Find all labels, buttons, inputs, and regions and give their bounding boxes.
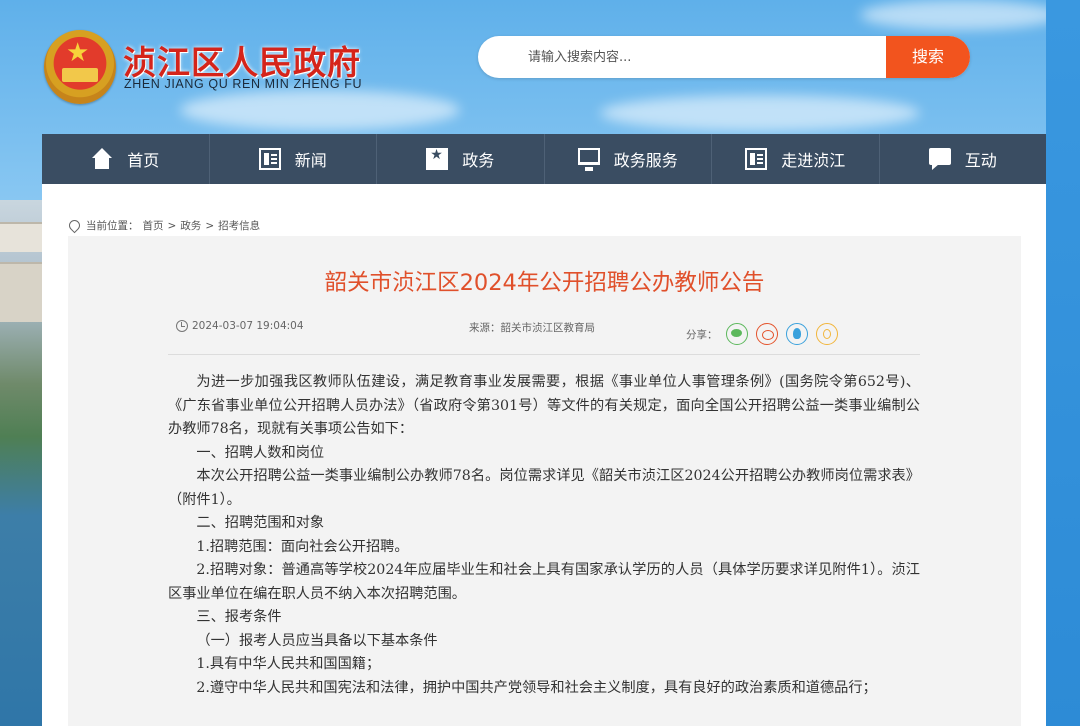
article-subheading: （一）报考人员应当具备以下基本条件 xyxy=(196,632,438,649)
breadcrumb-item-home[interactable]: 首页 xyxy=(143,218,164,233)
background-strip xyxy=(1046,0,1080,726)
breadcrumb-item-gov-affairs[interactable]: 政务 xyxy=(180,218,201,233)
breadcrumb-separator: > xyxy=(205,219,215,232)
monitor-icon xyxy=(577,148,600,171)
breadcrumb-separator: > xyxy=(167,219,177,232)
article-paragraph: 为进一步加强我区教师队伍建设，满足教育事业发展需要，根据《事业单位人事管理条例》… xyxy=(168,374,920,437)
article-heading: 二、招聘范围和对象 xyxy=(196,515,325,531)
site-subtitle: ZHEN JIANG QU REN MIN ZHENG FU xyxy=(124,77,363,91)
nav-item-label: 政务服务 xyxy=(613,151,678,170)
news-icon xyxy=(258,148,281,170)
divider xyxy=(168,354,920,355)
search-button[interactable]: 搜索 xyxy=(886,36,970,78)
qzone-icon[interactable] xyxy=(815,323,838,345)
nav-item-about[interactable]: 走进浈江 xyxy=(712,134,880,184)
national-emblem-logo: ★ xyxy=(44,30,116,104)
nav-item-label: 互动 xyxy=(964,151,997,170)
main-nav: 首页 新闻 政务 政务服务 走进浈江 互动 xyxy=(42,134,1046,184)
nav-item-label: 首页 xyxy=(127,151,160,170)
article-paragraph: 1.具有中华人民共和国国籍； xyxy=(196,656,381,672)
share-label: 分享： xyxy=(686,328,718,341)
home-icon xyxy=(91,148,113,170)
article-body: 为进一步加强我区教师队伍建设，满足教育事业发展需要，根据《事业单位人事管理条例》… xyxy=(168,371,920,700)
weibo-icon[interactable] xyxy=(755,323,778,345)
nav-item-label: 走进浈江 xyxy=(781,151,846,170)
article-paragraph: 本次公开招聘公益一类事业编制公办教师78名。岗位需求详见《韶关市浈江区2024公… xyxy=(168,468,920,508)
chat-icon xyxy=(928,148,951,170)
breadcrumb-item-recruitment[interactable]: 招考信息 xyxy=(218,218,260,233)
share-bar: 分享： xyxy=(686,323,838,345)
wechat-icon[interactable] xyxy=(725,323,748,345)
background-cloud xyxy=(180,90,460,130)
qq-icon[interactable] xyxy=(785,323,808,345)
nav-item-label: 新闻 xyxy=(294,151,327,170)
article-date: 2024-03-07 19:04:04 xyxy=(176,320,304,332)
search-input[interactable] xyxy=(478,36,888,78)
breadcrumb-label: 当前位置： xyxy=(86,220,139,232)
article-paragraph: 2.招聘对象：普通高等学校2024年应届毕业生和社会上具有国家承认学历的人员（具… xyxy=(168,562,920,602)
article-source: 来源：韶关市浈江区教育局 xyxy=(469,320,595,335)
nav-item-gov-service[interactable]: 政务服务 xyxy=(545,134,712,184)
nav-item-label: 政务 xyxy=(462,151,495,170)
article-heading: 三、报考条件 xyxy=(196,609,282,625)
nav-item-news[interactable]: 新闻 xyxy=(210,134,377,184)
article-paragraph: 1.招聘范围：面向社会公开招聘。 xyxy=(196,538,409,555)
article-title: 韶关市浈江区2024年公开招聘公办教师公告 xyxy=(324,270,765,296)
search-bar: 搜索 xyxy=(478,36,970,78)
article-source-text: 来源：韶关市浈江区教育局 xyxy=(469,322,595,334)
background-cloud xyxy=(600,95,920,131)
breadcrumb: 当前位置： 首页 > 政务 > 招考信息 xyxy=(68,218,260,233)
background-cloud xyxy=(860,0,1060,30)
background-building xyxy=(0,222,44,252)
gov-affairs-icon xyxy=(426,147,449,170)
background-building xyxy=(0,262,44,322)
clock-icon xyxy=(176,320,188,332)
location-icon xyxy=(68,220,79,232)
nav-item-gov-affairs[interactable]: 政务 xyxy=(377,134,545,184)
article-heading: 一、招聘人数和岗位 xyxy=(196,444,325,461)
nav-item-interaction[interactable]: 互动 xyxy=(880,134,1047,184)
article-paragraph: 2.遵守中华人民共和国宪法和法律，拥护中国共产党领导和社会主义制度，具有良好的政… xyxy=(196,679,877,696)
nav-item-home[interactable]: 首页 xyxy=(42,134,210,184)
book-icon xyxy=(745,148,768,170)
article-date-text: 2024-03-07 19:04:04 xyxy=(192,320,304,332)
